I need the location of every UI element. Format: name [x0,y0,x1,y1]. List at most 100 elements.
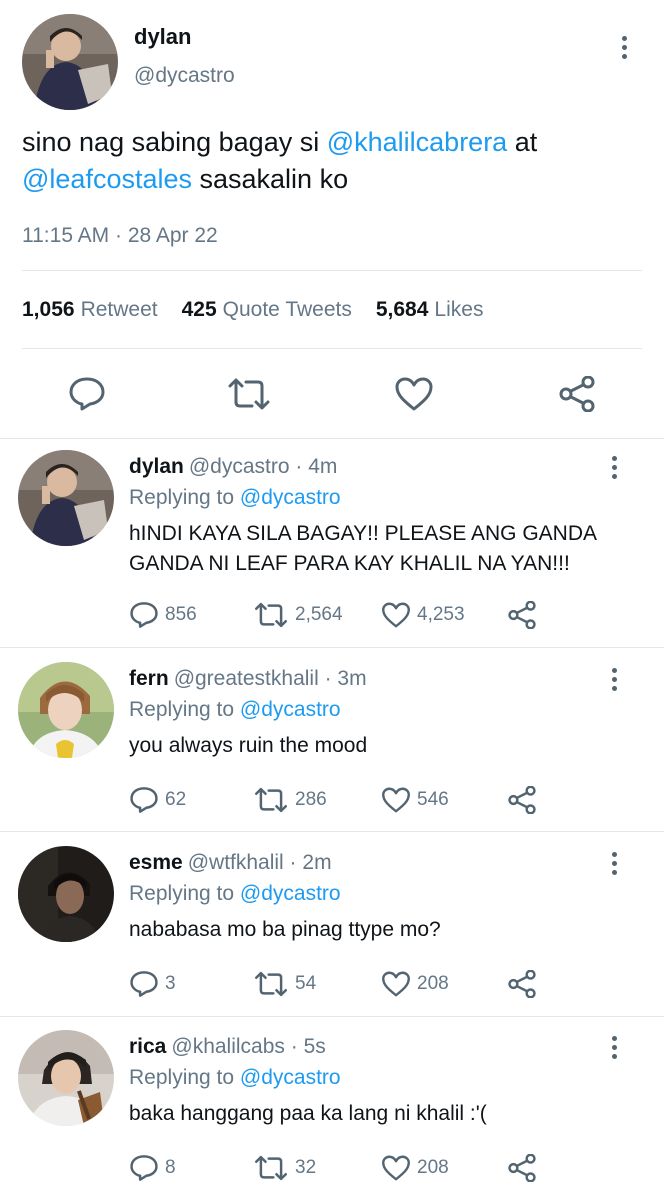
divider [0,831,664,832]
reply-action-share[interactable] [507,969,537,999]
reply-action-retweet[interactable]: 54 [253,969,316,999]
reply-icon[interactable] [68,376,106,412]
replying-to: Replying to @dycastro [129,697,649,723]
kebab-menu-icon[interactable] [610,1036,618,1059]
reply-count: 62 [165,789,187,810]
reply-header: rica @khalilcabs · 5s [129,1034,649,1060]
replying-to: Replying to @dycastro [129,485,649,511]
reply-icon [130,971,158,997]
mention-link[interactable]: @khalilcabrera [327,127,507,157]
likes-count: 5,684 [375,298,429,321]
author-avatar[interactable] [22,14,118,110]
like-icon [382,971,410,997]
reply-body: rica @khalilcabs · 5s Replying to @dycast… [129,1034,649,1129]
reply-action-retweet[interactable]: 286 [253,785,327,815]
reply-handle-time[interactable]: @dycastro · 4m [189,455,338,478]
reply-handle-time[interactable]: @greatestkhalil · 3m [174,667,367,690]
kebab-menu-icon[interactable] [620,36,628,59]
reply-actions: 62 286 546 [129,785,649,815]
retweet-icon [254,1155,288,1181]
reply-action-retweet[interactable]: 2,564 [253,600,343,630]
reply-action-reply[interactable]: 8 [129,1153,176,1183]
divider [22,348,642,349]
reply-action-like[interactable]: 4,253 [381,600,465,630]
like-count: 4,253 [417,604,465,625]
reply-actions: 856 2,564 4,253 [129,600,649,630]
reply-icon [130,787,158,813]
replying-to: Replying to @dycastro [129,881,649,907]
reply-header: fern @greatestkhalil · 3m [129,666,649,692]
quotes-count: 425 [181,298,217,321]
retweets-stat[interactable]: 1,056 Retweet [22,298,158,322]
retweet-count: 286 [295,789,327,810]
replying-to-link[interactable]: @dycastro [240,1066,341,1089]
reply-icon [130,602,158,628]
retweets-count: 1,056 [22,298,75,321]
reply-avatar[interactable] [18,662,114,758]
retweet-icon [254,787,288,813]
reply-count: 856 [165,604,197,625]
reply-avatar[interactable] [18,1030,114,1126]
share-icon[interactable] [558,376,596,412]
reply-actions: 3 54 208 [129,969,649,999]
tweet-text-part: sino nag sabing bagay si [22,127,327,157]
retweet-count: 2,564 [295,604,343,625]
reply-body: fern @greatestkhalil · 3m Replying to @dy… [129,666,649,761]
author-handle[interactable]: @dycastro [134,64,235,88]
reply-body: dylan @dycastro · 4m Replying to @dycastr… [129,454,649,579]
author-name[interactable]: dylan [134,24,191,50]
kebab-menu-icon[interactable] [610,456,618,479]
replying-to: Replying to @dycastro [129,1065,649,1091]
quotes-stat[interactable]: 425 Quote Tweets [182,298,352,322]
kebab-menu-icon[interactable] [610,852,618,875]
divider [0,647,664,648]
reply-action-share[interactable] [507,785,537,815]
retweet-icon [254,971,288,997]
replying-to-link[interactable]: @dycastro [240,698,341,721]
reply-action-like[interactable]: 208 [381,969,449,999]
reply-action-like[interactable]: 546 [381,785,449,815]
reply-handle-time[interactable]: @khalilcabs · 5s [171,1035,325,1058]
like-icon[interactable] [394,376,434,412]
reply-author-name[interactable]: rica [129,1035,166,1058]
reply-avatar[interactable] [18,450,114,546]
reply-actions: 8 32 208 [129,1153,649,1183]
reply-action-share[interactable] [507,1153,537,1183]
like-icon [382,787,410,813]
like-icon [382,1155,410,1181]
reply-text: hINDI KAYA SILA BAGAY!! PLEASE ANG GANDA… [129,522,596,575]
tweet-stats: 1,056 Retweet 425 Quote Tweets 5,684 Likes [22,298,483,322]
reply-icon [130,1155,158,1181]
reply-action-reply[interactable]: 62 [129,785,186,815]
likes-label: Likes [434,298,484,321]
replying-label: Replying to [129,698,235,721]
like-count: 546 [417,789,449,810]
reply-author-name[interactable]: fern [129,667,169,690]
reply-handle-time[interactable]: @wtfkhalil · 2m [188,851,332,874]
divider [0,438,664,439]
reply-action-retweet[interactable]: 32 [253,1153,316,1183]
reply-action-share[interactable] [507,600,537,630]
reply-action-reply[interactable]: 3 [129,969,176,999]
reply-author-name[interactable]: esme [129,851,183,874]
replying-to-link[interactable]: @dycastro [240,882,341,905]
replying-label: Replying to [129,882,235,905]
quotes-label: Quote Tweets [222,298,352,321]
reply-avatar[interactable] [18,846,114,942]
retweet-icon[interactable] [226,376,272,412]
replying-label: Replying to [129,486,235,509]
reply-text: nababasa mo ba pinag ttype mo? [129,918,441,941]
retweet-count: 32 [295,1157,317,1178]
divider [0,1016,664,1017]
reply-author-name[interactable]: dylan [129,455,184,478]
tweet-timestamp[interactable]: 11:15 AM · 28 Apr 22 [22,224,218,248]
mention-link[interactable]: @leafcostales [22,164,192,194]
likes-stat[interactable]: 5,684 Likes [376,298,484,322]
share-icon [508,1154,536,1182]
reply-action-reply[interactable]: 856 [129,600,197,630]
retweet-count: 54 [295,973,317,994]
replying-to-link[interactable]: @dycastro [240,486,341,509]
share-icon [508,970,536,998]
reply-action-like[interactable]: 208 [381,1153,449,1183]
kebab-menu-icon[interactable] [610,668,618,691]
